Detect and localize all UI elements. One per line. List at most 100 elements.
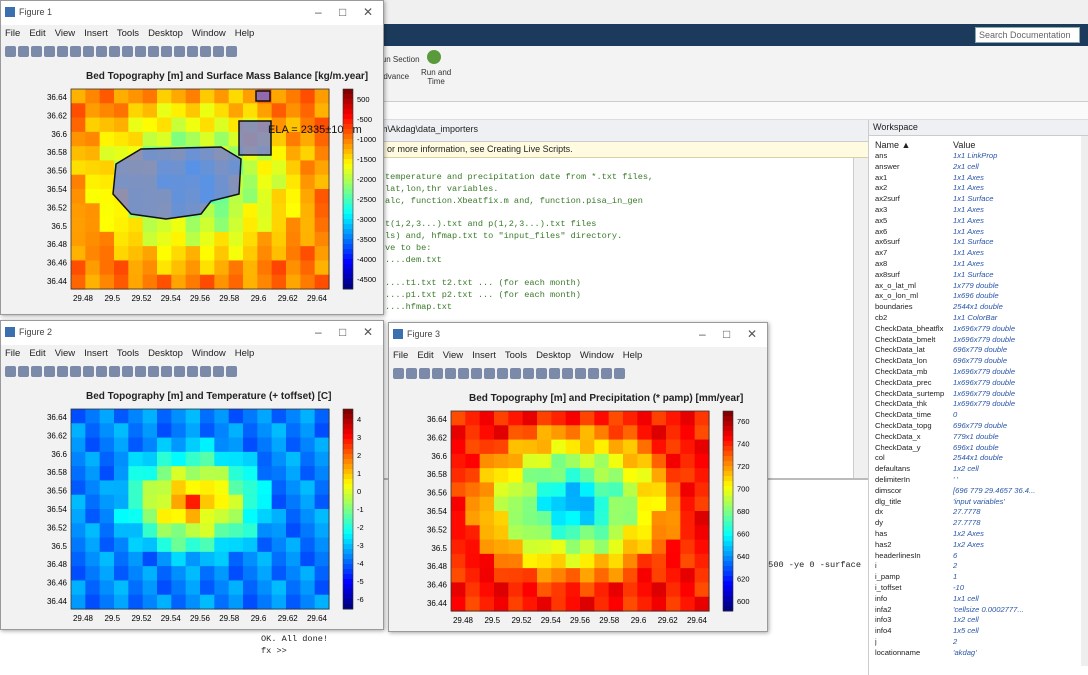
workspace-row[interactable]: headerlinesIn 6	[869, 552, 1079, 561]
toolbar-tool-icon[interactable]	[187, 46, 198, 57]
toolbar-tool-icon[interactable]	[419, 368, 430, 379]
menu-insert[interactable]: Insert	[84, 348, 108, 359]
workspace-row[interactable]: answer 2x1 cell	[869, 163, 1079, 172]
toolbar-tool-icon[interactable]	[174, 46, 185, 57]
toolbar-tool-icon[interactable]	[200, 366, 211, 377]
menu-desktop[interactable]: Desktop	[148, 348, 183, 359]
toolbar-tool-icon[interactable]	[96, 366, 107, 377]
toolbar-tool-icon[interactable]	[614, 368, 625, 379]
menu-file[interactable]: File	[5, 28, 20, 39]
workspace-row[interactable]: CheckData_thk 1x696x779 double	[869, 400, 1079, 409]
workspace-row[interactable]: boundaries 2544x1 double	[869, 303, 1079, 312]
close-icon[interactable]: ✕	[363, 325, 373, 339]
toolbar-tool-icon[interactable]	[187, 366, 198, 377]
toolbar-tool-icon[interactable]	[5, 366, 16, 377]
figure-1-window[interactable]: Figure 1 – □ ✕ File Edit View Insert Tools Deskto…	[0, 0, 384, 315]
workspace-row[interactable]: i_pamp 1	[869, 573, 1079, 582]
minimize-icon[interactable]: –	[315, 325, 322, 339]
figure-2-window[interactable]: Figure 2 – □ ✕ File Edit View Insert Tools Deskto…	[0, 320, 384, 630]
toolbar-tool-icon[interactable]	[174, 366, 185, 377]
menu-view[interactable]: View	[55, 348, 75, 359]
menu-file[interactable]: File	[393, 350, 408, 361]
workspace-rows[interactable]: ans 1x1 LinkProp answer 2x1 cell ax1 1x1 Axes…	[869, 152, 1079, 672]
toolbar-tool-icon[interactable]	[18, 46, 29, 57]
workspace-row[interactable]: col 2544x1 double	[869, 454, 1079, 463]
workspace-row[interactable]: CheckData_prec 1x696x779 double	[869, 379, 1079, 388]
workspace-row[interactable]: i_toffset -10	[869, 584, 1079, 593]
toolbar-tool-icon[interactable]	[31, 366, 42, 377]
workspace-row[interactable]: ax6 1x1 Axes	[869, 228, 1079, 237]
workspace-row[interactable]: ax5 1x1 Axes	[869, 217, 1079, 226]
workspace-row[interactable]: CheckData_surtemp 1x696x779 double	[869, 390, 1079, 399]
workspace-row[interactable]: CheckData_bheatflx 1x696x779 double	[869, 325, 1079, 334]
workspace-row[interactable]: CheckData_topg 696x779 double	[869, 422, 1079, 431]
workspace-row[interactable]: ax7 1x1 Axes	[869, 249, 1079, 258]
toolbar-tool-icon[interactable]	[148, 366, 159, 377]
toolbar-tool-icon[interactable]	[497, 368, 508, 379]
menu-help[interactable]: Help	[235, 28, 255, 39]
toolbar-tool-icon[interactable]	[406, 368, 417, 379]
menu-edit[interactable]: Edit	[29, 28, 45, 39]
workspace-row[interactable]: cb2 1x1 ColorBar	[869, 314, 1079, 323]
workspace-row[interactable]: ax_o_lon_ml 1x696 double	[869, 292, 1079, 301]
toolbar-tool-icon[interactable]	[226, 46, 237, 57]
menu-tools[interactable]: Tools	[505, 350, 527, 361]
workspace-row[interactable]: has 1x2 Axes	[869, 530, 1079, 539]
toolbar-tool-icon[interactable]	[562, 368, 573, 379]
toolbar-tool-icon[interactable]	[57, 366, 68, 377]
close-icon[interactable]: ✕	[747, 327, 757, 341]
col-name[interactable]: Name ▲	[875, 140, 910, 150]
menu-window[interactable]: Window	[580, 350, 614, 361]
menu-edit[interactable]: Edit	[417, 350, 433, 361]
workspace-row[interactable]: ax6surf 1x1 Surface	[869, 238, 1079, 247]
workspace-row[interactable]: ax1 1x1 Axes	[869, 174, 1079, 183]
toolbar-tool-icon[interactable]	[83, 46, 94, 57]
toolbar-tool-icon[interactable]	[44, 46, 55, 57]
toolbar-tool-icon[interactable]	[135, 46, 146, 57]
workspace-row[interactable]: defaultans 1x2 cell	[869, 465, 1079, 474]
toolbar-tool-icon[interactable]	[471, 368, 482, 379]
toolbar-tool-icon[interactable]	[122, 366, 133, 377]
minimize-icon[interactable]: –	[699, 327, 706, 341]
maximize-icon[interactable]: □	[339, 325, 346, 339]
toolbar-tool-icon[interactable]	[445, 368, 456, 379]
workspace-row[interactable]: ax2surf 1x1 Surface	[869, 195, 1079, 204]
toolbar-tool-icon[interactable]	[549, 368, 560, 379]
workspace-row[interactable]: CheckData_y 696x1 double	[869, 444, 1079, 453]
figure-titlebar[interactable]: Figure 2 – □ ✕	[1, 321, 383, 345]
workspace-row[interactable]: ax8surf 1x1 Surface	[869, 271, 1079, 280]
workspace-row[interactable]: ans 1x1 LinkProp	[869, 152, 1079, 161]
col-value[interactable]: Value	[953, 140, 975, 150]
address-bar[interactable]	[383, 102, 1088, 120]
toolbar-tool-icon[interactable]	[109, 366, 120, 377]
toolbar-tool-icon[interactable]	[70, 46, 81, 57]
toolbar-tool-icon[interactable]	[44, 366, 55, 377]
toolbar-tool-icon[interactable]	[523, 368, 534, 379]
workspace-row[interactable]: CheckData_x 779x1 double	[869, 433, 1079, 442]
figure-titlebar[interactable]: Figure 3 – □ ✕	[389, 323, 767, 347]
toolbar-tool-icon[interactable]	[122, 46, 133, 57]
cmd-prompt[interactable]: fx >>	[261, 646, 287, 656]
workspace-row[interactable]: j2	[869, 638, 1079, 647]
workspace-row[interactable]: CheckData_lat 696x779 double	[869, 346, 1079, 355]
close-icon[interactable]: ✕	[363, 5, 373, 19]
workspace-row[interactable]: info3 1x2 cell	[869, 616, 1079, 625]
search-documentation-input[interactable]: Search Documentation	[975, 27, 1080, 43]
workspace-row[interactable]: locationname 'akdag'	[869, 649, 1079, 658]
workspace-row[interactable]: dy 27.7778	[869, 519, 1079, 528]
toolbar-tool-icon[interactable]	[148, 46, 159, 57]
editor-scrollbar[interactable]	[853, 158, 868, 478]
workspace-row[interactable]: ax_o_lat_ml 1x779 double	[869, 282, 1079, 291]
workspace-row[interactable]: dx 27.7778	[869, 508, 1079, 517]
menu-view[interactable]: View	[443, 350, 463, 361]
workspace-row[interactable]: infa2 'cellsize 0.0002777...	[869, 606, 1079, 615]
maximize-icon[interactable]: □	[339, 5, 346, 19]
run-and-time-button[interactable]: Run and Time	[421, 68, 451, 86]
toolbar-tool-icon[interactable]	[161, 46, 172, 57]
plot-axes[interactable]: 36.64 36.62 36.6 36.58 36.56 36.54 36.52 36.5 36…	[389, 403, 767, 643]
workspace-row[interactable]: CheckData_bmelt 1x696x779 double	[869, 336, 1079, 345]
menu-help[interactable]: Help	[623, 350, 643, 361]
menu-view[interactable]: View	[55, 28, 75, 39]
menu-desktop[interactable]: Desktop	[536, 350, 571, 361]
menu-help[interactable]: Help	[235, 348, 255, 359]
